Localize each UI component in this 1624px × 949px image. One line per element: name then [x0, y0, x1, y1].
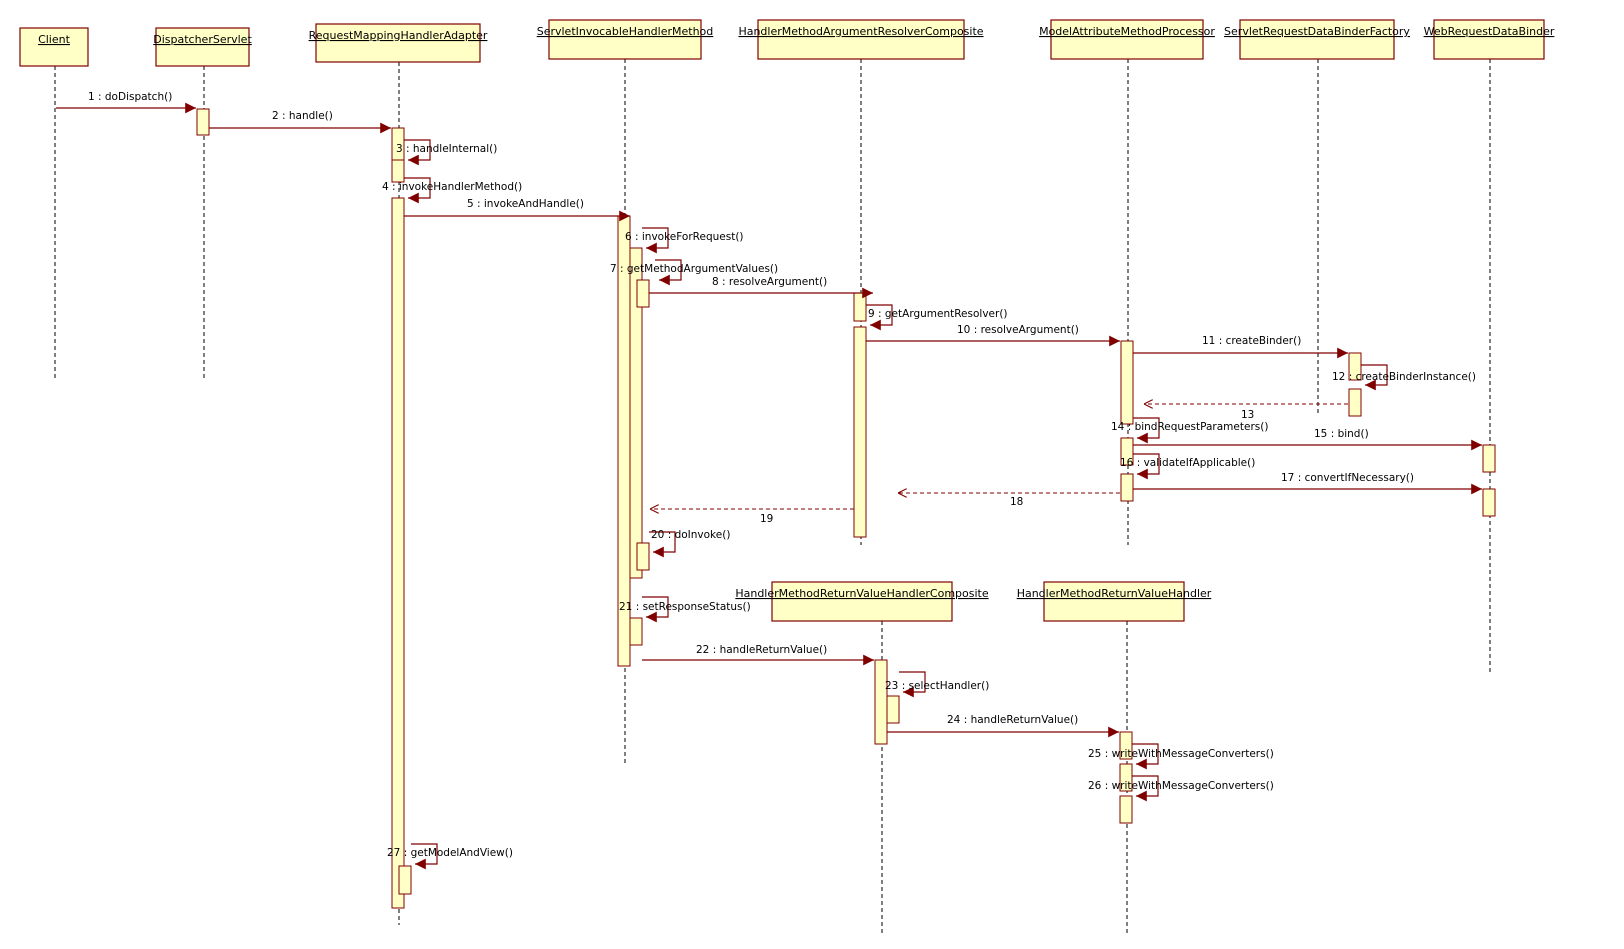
sequence-diagram: 1 : doDispatch() 2 : handle() 3 : handleIn…: [19, 19, 1555, 935]
activation-bar-hmrvh: [1119, 795, 1133, 824]
activation-bar-hmarc: [853, 292, 867, 322]
message-label: 25 : writeWithMessageConverters(): [1088, 748, 1274, 760]
object-srdbf[interactable]: ServletRequestDataBinderFactory: [1224, 19, 1410, 60]
object-name: HandlerMethodReturnValueHandlerComposite: [735, 587, 989, 600]
message-17[interactable]: 17 : convertIfNecessary(): [1133, 472, 1482, 495]
message-label: 19: [760, 513, 773, 525]
message-23[interactable]: 23 : selectHandler(): [885, 671, 989, 698]
message-label: 21 : setResponseStatus(): [619, 601, 751, 613]
object-name: ServletInvocableHandlerMethod: [537, 25, 714, 38]
activation-bar-sihm: [629, 617, 643, 646]
message-label: 16 : validateIfApplicable(): [1120, 457, 1255, 469]
message-label: 3 : handleInternal(): [396, 143, 497, 155]
message-label: 8 : resolveArgument(): [712, 276, 827, 288]
activation-bar-wrdb: [1482, 488, 1496, 517]
message-14[interactable]: 14 : bindRequestParameters(): [1111, 417, 1268, 444]
activation-bar-rmha: [391, 159, 405, 183]
object-hmarc[interactable]: HandlerMethodArgumentResolverComposite: [738, 19, 984, 60]
object-name: RequestMappingHandlerAdapter: [309, 29, 488, 42]
message-label: 6 : invokeForRequest(): [625, 231, 744, 243]
activation-bar-mamp: [1120, 340, 1134, 425]
activation-bar-ds: [196, 108, 210, 136]
object-rmha[interactable]: RequestMappingHandlerAdapter: [309, 23, 488, 63]
object-name: WebRequestDataBinder: [1424, 25, 1555, 38]
message-label: 20 : doInvoke(): [651, 529, 730, 541]
message-9[interactable]: 9 : getArgumentResolver(): [866, 304, 1008, 331]
message-label: 4 : invokeHandlerMethod(): [382, 181, 522, 193]
message-4[interactable]: 4 : invokeHandlerMethod(): [382, 177, 522, 204]
message-19[interactable]: 19: [650, 509, 854, 525]
object-hmrvhc[interactable]: HandlerMethodReturnValueHandlerComposite: [735, 581, 989, 622]
message-label: 23 : selectHandler(): [885, 680, 989, 692]
object-name: HandlerMethodArgumentResolverComposite: [738, 25, 983, 38]
message-3[interactable]: 3 : handleInternal(): [396, 139, 497, 166]
message-24[interactable]: 24 : handleReturnValue(): [887, 714, 1119, 738]
message-label: 1 : doDispatch(): [88, 91, 172, 103]
object-name: ModelAttributeMethodProcessor: [1039, 25, 1215, 38]
message-10[interactable]: 10 : resolveArgument(): [866, 324, 1120, 347]
message-18[interactable]: 18: [898, 493, 1120, 508]
activation-bar-sihm: [617, 215, 631, 667]
activation-bar-mamp: [1120, 473, 1134, 502]
message-21[interactable]: 21 : setResponseStatus(): [619, 596, 751, 623]
activation-bar-sihm: [636, 542, 650, 571]
message-11[interactable]: 11 : createBinder(): [1133, 335, 1348, 359]
message-26[interactable]: 26 : writeWithMessageConverters(): [1088, 775, 1274, 802]
message-16[interactable]: 16 : validateIfApplicable(): [1120, 453, 1255, 480]
message-label: 5 : invokeAndHandle(): [467, 198, 584, 210]
activation-bar-hmarc: [853, 326, 867, 538]
activation-bar-rmha: [391, 197, 405, 909]
object-hmrvh[interactable]: HandlerMethodReturnValueHandler: [1017, 581, 1212, 622]
message-label: 27 : getModelAndView(): [387, 847, 513, 859]
activation-bar-rmha: [398, 865, 412, 895]
message-label: 2 : handle(): [272, 110, 333, 122]
message-5[interactable]: 5 : invokeAndHandle(): [404, 198, 630, 222]
message-label: 10 : resolveArgument(): [957, 324, 1079, 336]
object-name: ServletRequestDataBinderFactory: [1224, 25, 1410, 38]
message-label: 7 : getMethodArgumentValues(): [610, 263, 778, 275]
message-13[interactable]: 13: [1144, 404, 1348, 421]
object-client[interactable]: Client: [19, 27, 89, 67]
message-6[interactable]: 6 : invokeForRequest(): [625, 227, 744, 254]
object-name: DispatcherServlet: [153, 33, 252, 46]
message-label: 18: [1010, 496, 1023, 508]
message-1[interactable]: 1 : doDispatch(): [56, 91, 196, 114]
message-label: 14 : bindRequestParameters(): [1111, 421, 1268, 433]
activation-bar-hmrvhc: [874, 659, 888, 745]
object-ds[interactable]: DispatcherServlet: [153, 27, 252, 67]
message-8[interactable]: 8 : resolveArgument(): [649, 276, 873, 299]
message-label: 26 : writeWithMessageConverters(): [1088, 780, 1274, 792]
object-name: HandlerMethodReturnValueHandler: [1017, 587, 1212, 600]
message-label: 11 : createBinder(): [1202, 335, 1301, 347]
message-22[interactable]: 22 : handleReturnValue(): [642, 644, 874, 666]
object-mamp[interactable]: ModelAttributeMethodProcessor: [1039, 19, 1215, 60]
activation-bar-srdbf: [1348, 388, 1362, 417]
message-label: 17 : convertIfNecessary(): [1281, 472, 1414, 484]
activation-bar-hmrvhc: [886, 695, 900, 724]
message-label: 15 : bind(): [1314, 428, 1369, 440]
message-20[interactable]: 20 : doInvoke(): [649, 529, 730, 558]
message-label: 13: [1241, 409, 1254, 421]
activation-bar-wrdb: [1482, 444, 1496, 473]
message-2[interactable]: 2 : handle(): [209, 110, 392, 134]
object-wrdb[interactable]: WebRequestDataBinder: [1424, 19, 1555, 60]
message-label: 9 : getArgumentResolver(): [868, 308, 1008, 320]
message-label: 12 : createBinderInstance(): [1332, 371, 1476, 383]
object-sihm[interactable]: ServletInvocableHandlerMethod: [537, 19, 714, 60]
message-label: 24 : handleReturnValue(): [947, 714, 1078, 726]
message-label: 22 : handleReturnValue(): [696, 644, 827, 656]
object-name: Client: [38, 33, 71, 46]
activation-bar-sihm: [636, 279, 650, 308]
message-27[interactable]: 27 : getModelAndView(): [387, 843, 513, 870]
message-25[interactable]: 25 : writeWithMessageConverters(): [1088, 743, 1274, 770]
